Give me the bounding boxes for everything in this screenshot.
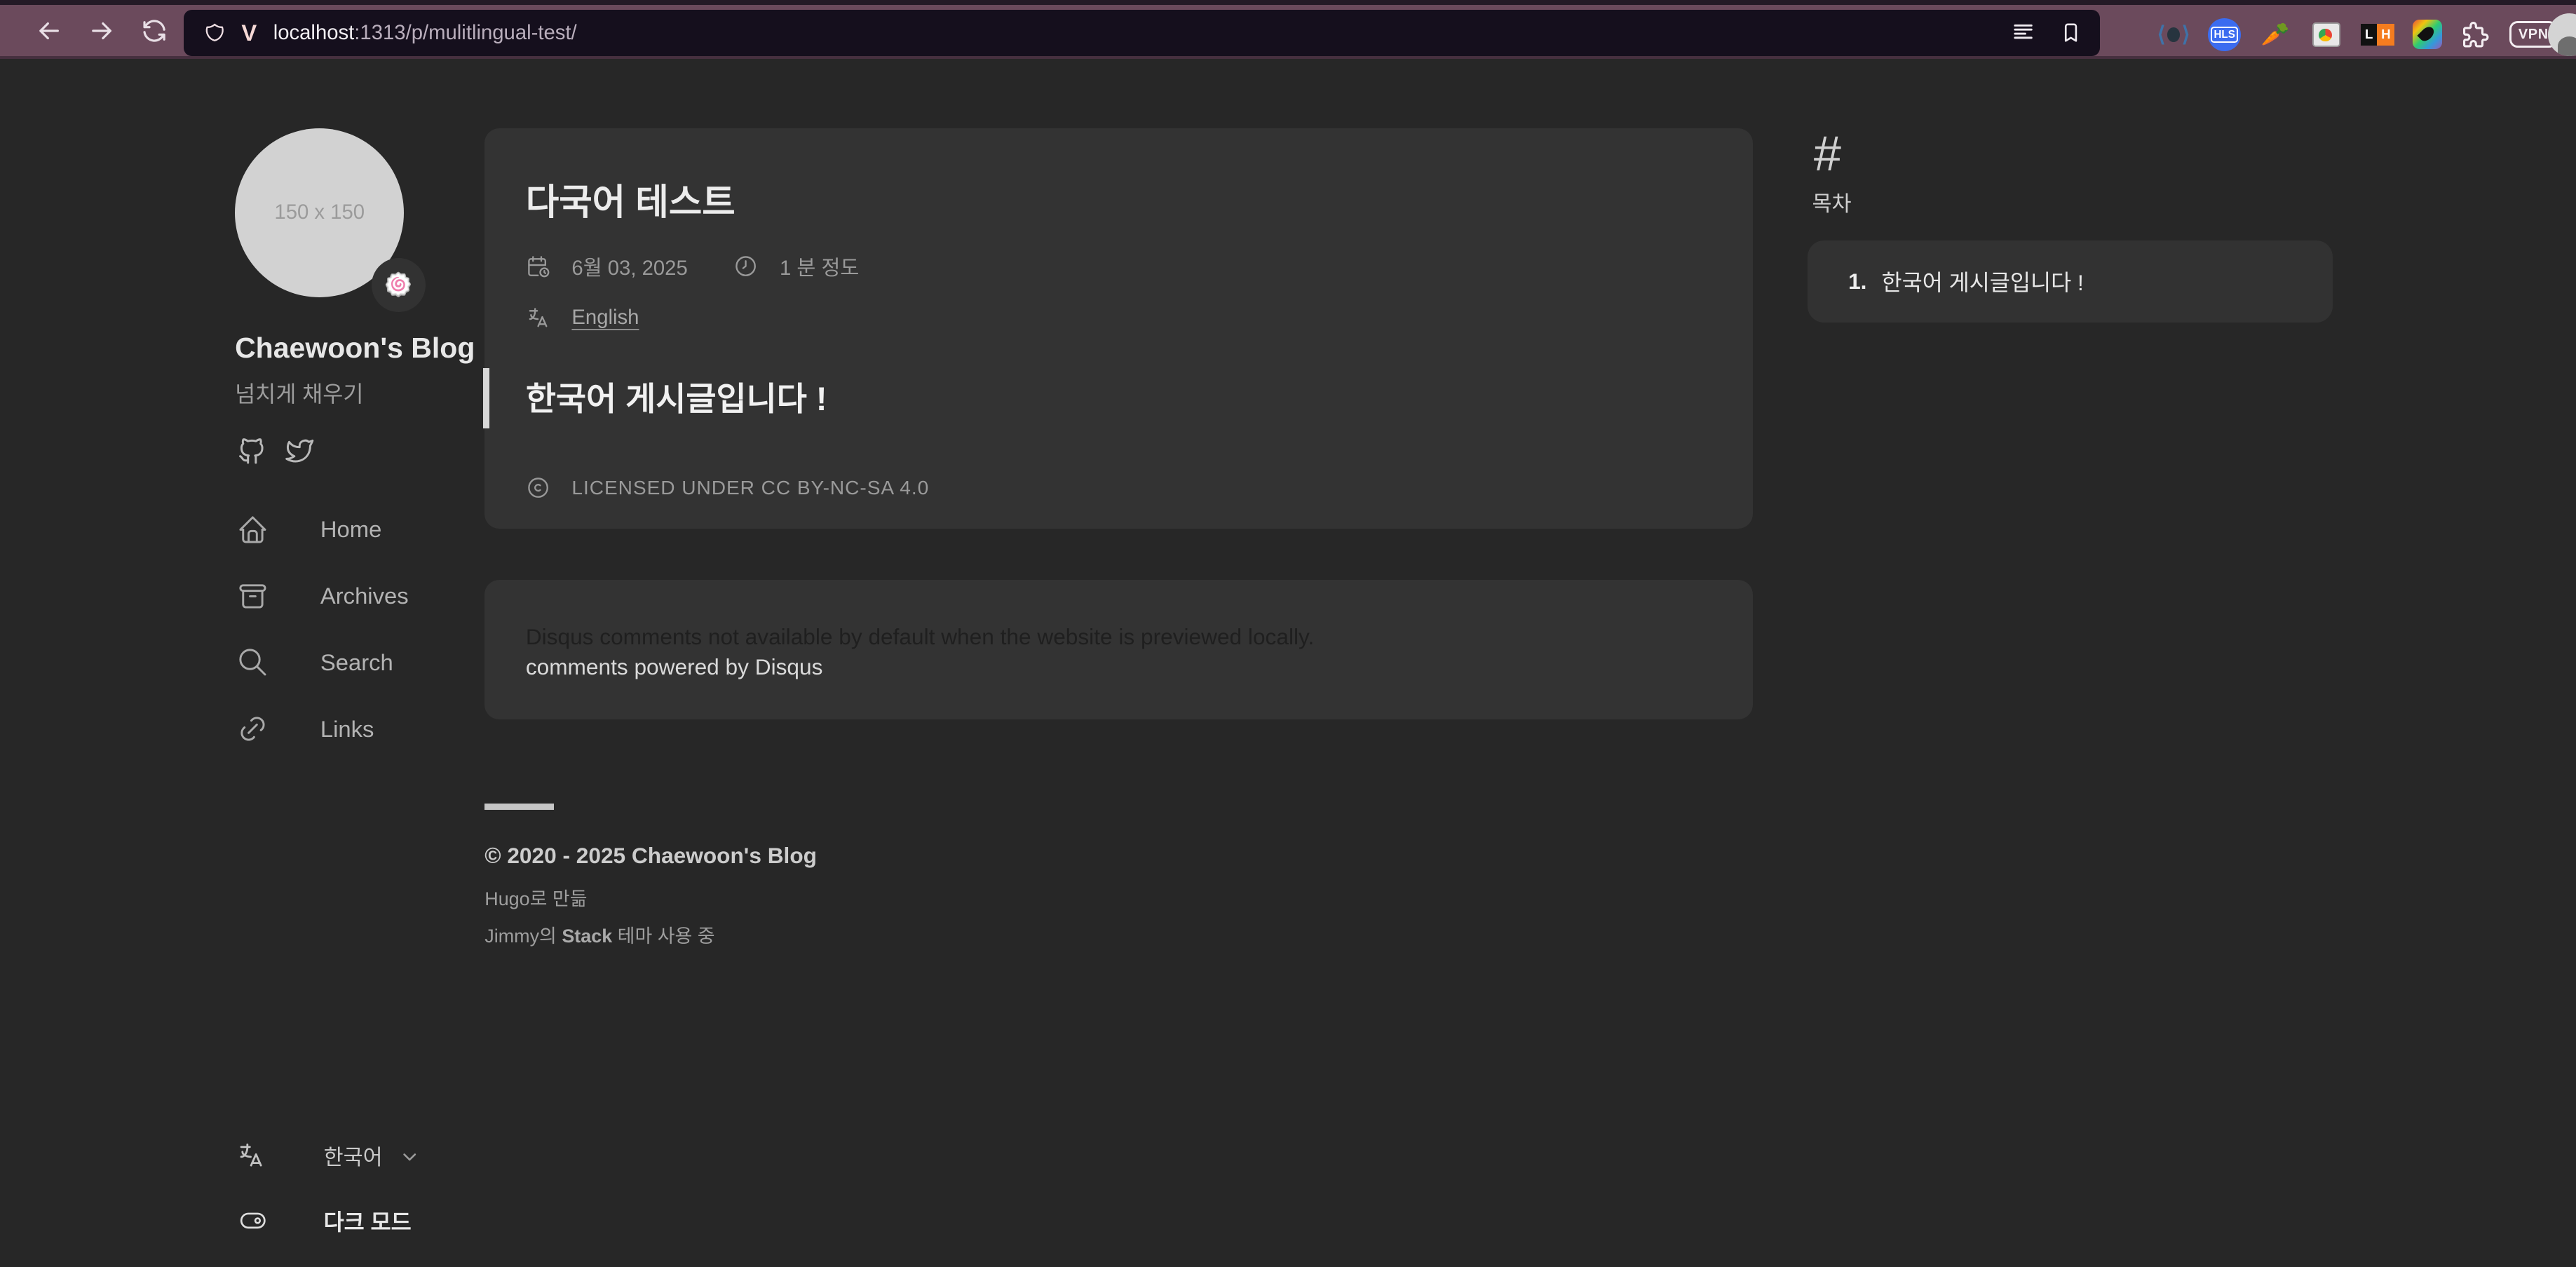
screenshot-extension-icon[interactable] <box>2312 22 2340 47</box>
vivaldi-logo-icon: V <box>241 20 257 46</box>
site-subtitle: 넘치게 채우기 <box>235 377 363 409</box>
dark-mode-label: 다크 모드 <box>324 1205 412 1237</box>
reload-icon <box>140 16 169 46</box>
link-icon <box>236 712 269 745</box>
hls-player-extension-icon[interactable]: HLS <box>2208 18 2241 51</box>
dark-mode-toggle[interactable]: 다크 모드 <box>235 1205 412 1237</box>
footer-copyright: © 2020 - 2025 Chaewoon's Blog <box>484 843 817 869</box>
license-row: LICENSED UNDER CC BY-NC-SA 4.0 <box>526 475 1712 500</box>
footer-theme: Jimmy의 Stack 테마 사용 중 <box>484 921 817 948</box>
naruto-emoji-icon: 🍥 <box>384 271 413 299</box>
social-links <box>236 435 315 467</box>
calendar-icon <box>526 254 550 278</box>
home-icon <box>236 513 269 546</box>
extensions-area: ⟨⟩ HLS 🥕 LH VPN <box>2157 5 2558 64</box>
reload-button[interactable] <box>140 16 169 46</box>
sidebar-nav: Home Archives Search Links <box>236 496 499 763</box>
translation-link-english[interactable]: English <box>571 306 639 330</box>
copyright-icon <box>526 475 550 500</box>
carrot-extension-icon[interactable]: 🥕 <box>2259 18 2292 51</box>
blog-page: 150 x 150 🍥 Chaewoon's Blog 넘치게 채우기 Home… <box>0 59 2576 1266</box>
search-icon <box>236 646 269 679</box>
address-bar[interactable]: V localhost:1313/p/mulitlingual-test/ <box>184 10 2099 56</box>
toc-box: 1. 한국어 게시글입니다 ! <box>1808 240 2333 323</box>
lighthouse-extension-icon[interactable]: LH <box>2361 24 2394 46</box>
hash-icon: # <box>1814 125 2333 182</box>
reader-mode-icon[interactable] <box>2011 20 2035 45</box>
heading-accent-bar <box>483 368 489 429</box>
toc-title: 목차 <box>1812 187 2333 217</box>
sidebar-item-label: Search <box>320 649 393 676</box>
table-of-contents: # 목차 1. 한국어 게시글입니다 ! <box>1808 125 2333 323</box>
language-icon <box>526 306 550 330</box>
arrow-right-icon <box>87 16 116 46</box>
hugo-link[interactable]: Hugo <box>484 888 529 909</box>
chevron-down-icon <box>399 1146 420 1167</box>
arrow-left-icon <box>34 16 64 46</box>
twitter-icon[interactable] <box>284 435 316 467</box>
footer-divider <box>484 804 553 810</box>
license-text[interactable]: LICENSED UNDER CC BY-NC-SA 4.0 <box>571 477 929 499</box>
url-path: :1313/p/mulitlingual-test/ <box>354 21 576 44</box>
disqus-notice: Disqus comments not available by default… <box>526 624 1712 650</box>
browser-toolbar: V localhost:1313/p/mulitlingual-test/ ⟨⟩… <box>0 0 2576 59</box>
footer-built-with: Hugo로 만듦 <box>484 883 817 911</box>
sidebar-item-label: Links <box>320 716 374 743</box>
article-card: 다국어 테스트 6월 03, 2025 1 분 정도 English 한국어 게… <box>484 128 1753 529</box>
translation-row: English <box>526 306 1712 330</box>
article-title: 다국어 테스트 <box>526 172 1712 225</box>
article-heading[interactable]: 한국어 게시글입니다 ! <box>526 373 1712 420</box>
language-selector[interactable]: 한국어 <box>236 1140 420 1171</box>
github-icon[interactable] <box>236 435 268 467</box>
sidebar-item-archives[interactable]: Archives <box>236 563 499 630</box>
toggle-icon <box>235 1207 271 1235</box>
read-time: 1 분 정도 <box>780 252 859 281</box>
url-text[interactable]: localhost:1313/p/mulitlingual-test/ <box>273 21 577 45</box>
shield-icon[interactable] <box>204 21 225 44</box>
comments-card: Disqus comments not available by default… <box>484 580 1753 719</box>
back-button[interactable] <box>34 16 64 46</box>
language-selected-label: 한국어 <box>324 1140 383 1171</box>
toc-item-number: 1. <box>1848 269 1866 294</box>
page-footer: © 2020 - 2025 Chaewoon's Blog Hugo로 만듦 J… <box>484 804 817 948</box>
sidebar-item-label: Home <box>320 516 382 543</box>
article-meta: 6월 03, 2025 1 분 정도 <box>526 252 1712 281</box>
stack-theme-link[interactable]: Stack <box>562 926 612 947</box>
github-extension-icon[interactable]: ⟨⟩ <box>2157 18 2190 51</box>
sidebar-item-search[interactable]: Search <box>236 629 499 696</box>
sidebar-item-home[interactable]: Home <box>236 496 499 563</box>
sidebar-item-links[interactable]: Links <box>236 696 499 762</box>
publish-date: 6월 03, 2025 <box>571 252 687 281</box>
toc-item-link[interactable]: 한국어 게시글입니다 ! <box>1882 265 2084 297</box>
bookmark-icon[interactable] <box>2059 20 2083 45</box>
color-picker-extension-icon[interactable] <box>2413 20 2442 49</box>
sidebar-item-label: Archives <box>320 583 409 609</box>
disqus-powered-by-link[interactable]: comments powered by Disqus <box>526 654 1712 680</box>
archive-icon <box>236 580 269 613</box>
language-icon <box>236 1141 266 1170</box>
forward-button[interactable] <box>87 16 116 46</box>
browser-window: V localhost:1313/p/mulitlingual-test/ ⟨⟩… <box>0 0 2576 1267</box>
avatar-emoji-badge: 🍥 <box>372 258 426 312</box>
url-host: localhost <box>273 21 355 44</box>
extensions-puzzle-icon[interactable] <box>2460 19 2492 50</box>
clock-icon <box>733 254 758 278</box>
site-title[interactable]: Chaewoon's Blog <box>235 332 475 365</box>
